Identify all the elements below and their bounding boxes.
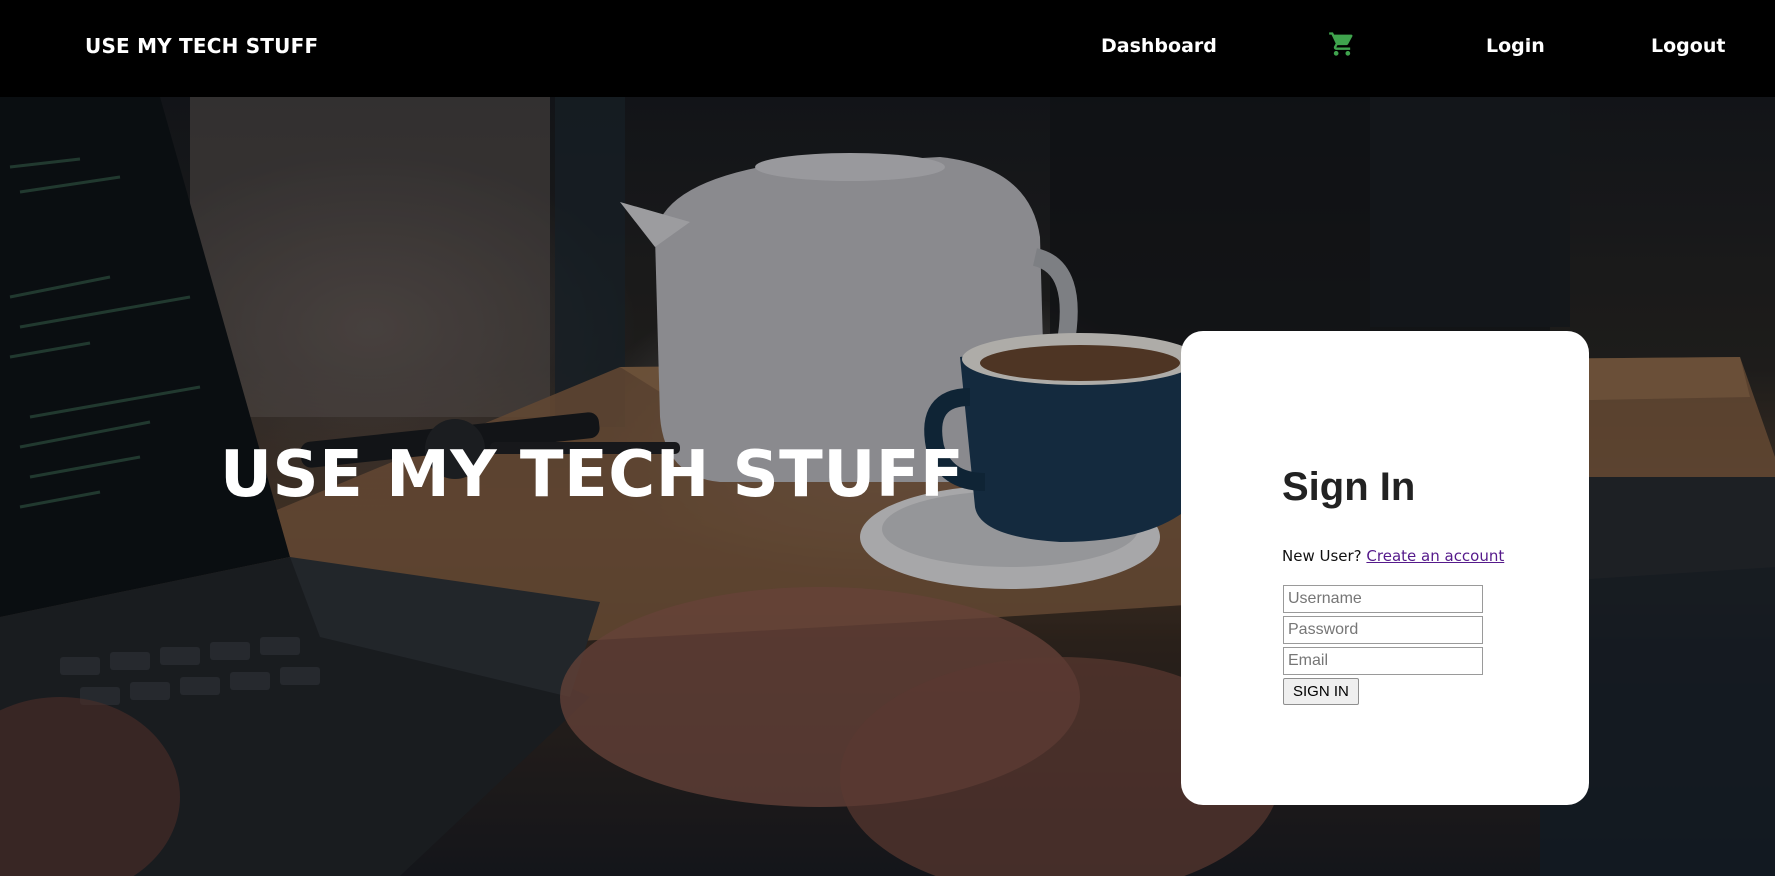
new-user-text: New User? xyxy=(1282,547,1362,565)
nav-brand[interactable]: USE MY TECH STUFF xyxy=(85,34,318,58)
email-input[interactable] xyxy=(1283,647,1483,675)
page: USE MY TECH STUFF Dashboard Login Logout xyxy=(0,0,1775,876)
hero-title: USE MY TECH STUFF xyxy=(220,438,965,512)
nav-logout-link[interactable]: Logout xyxy=(1651,35,1725,57)
nav-dashboard-link[interactable]: Dashboard xyxy=(1101,35,1217,57)
signin-title: Sign In xyxy=(1282,465,1416,509)
signin-button[interactable]: SIGN IN xyxy=(1283,678,1359,705)
create-account-link[interactable]: Create an account xyxy=(1366,547,1504,565)
username-input[interactable] xyxy=(1283,585,1483,613)
top-navbar: USE MY TECH STUFF Dashboard Login Logout xyxy=(0,0,1775,97)
password-input[interactable] xyxy=(1283,616,1483,644)
nav-login-link[interactable]: Login xyxy=(1486,35,1545,57)
new-user-row: New User? Create an account xyxy=(1282,547,1504,565)
cart-icon[interactable] xyxy=(1328,30,1356,58)
signin-card: Sign In New User? Create an account SIGN… xyxy=(1181,331,1589,805)
